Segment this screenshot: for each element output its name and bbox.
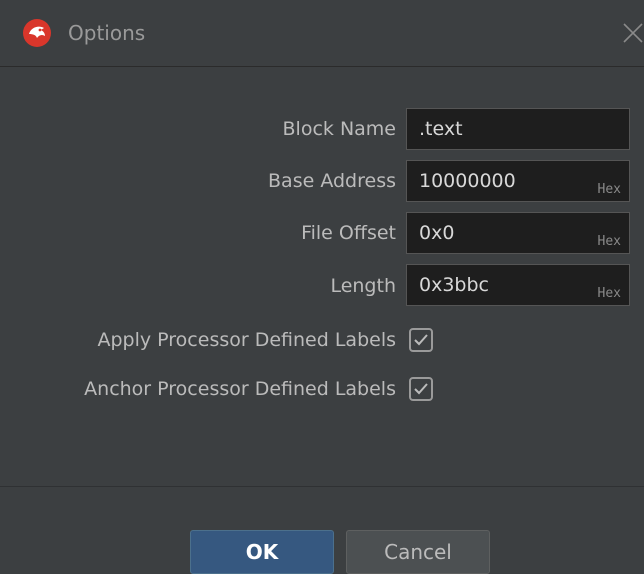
title-bar: Options <box>0 0 644 66</box>
length-label: Length <box>330 275 396 297</box>
checkmark-icon <box>414 383 428 395</box>
anchor-labels-checkbox[interactable] <box>409 377 433 401</box>
base-address-field[interactable]: 10000000 Hex <box>406 160 630 202</box>
cancel-button[interactable]: Cancel <box>346 530 490 574</box>
file-offset-value: 0x0 <box>419 222 455 244</box>
apply-labels-checkbox[interactable] <box>409 328 433 352</box>
ghidra-dragon-icon <box>22 18 52 48</box>
ok-button[interactable]: OK <box>190 530 334 574</box>
block-name-value: .text <box>419 118 463 140</box>
title-separator <box>0 66 644 67</box>
anchor-labels-label: Anchor Processor Defined Labels <box>84 378 396 400</box>
window-title: Options <box>68 21 146 45</box>
file-offset-hex-suffix: Hex <box>597 234 621 249</box>
length-field[interactable]: 0x3bbc Hex <box>406 264 630 306</box>
block-name-field[interactable]: .text <box>406 108 630 150</box>
length-hex-suffix: Hex <box>597 286 621 301</box>
file-offset-field[interactable]: 0x0 Hex <box>406 212 630 254</box>
checkmark-icon <box>414 334 428 346</box>
base-address-label: Base Address <box>268 170 396 192</box>
block-name-label: Block Name <box>282 118 396 140</box>
base-address-value: 10000000 <box>419 170 516 192</box>
length-value: 0x3bbc <box>419 274 489 296</box>
base-address-hex-suffix: Hex <box>597 182 621 197</box>
file-offset-label: File Offset <box>301 222 396 244</box>
apply-labels-label: Apply Processor Defined Labels <box>97 329 396 351</box>
close-icon[interactable] <box>618 18 644 48</box>
